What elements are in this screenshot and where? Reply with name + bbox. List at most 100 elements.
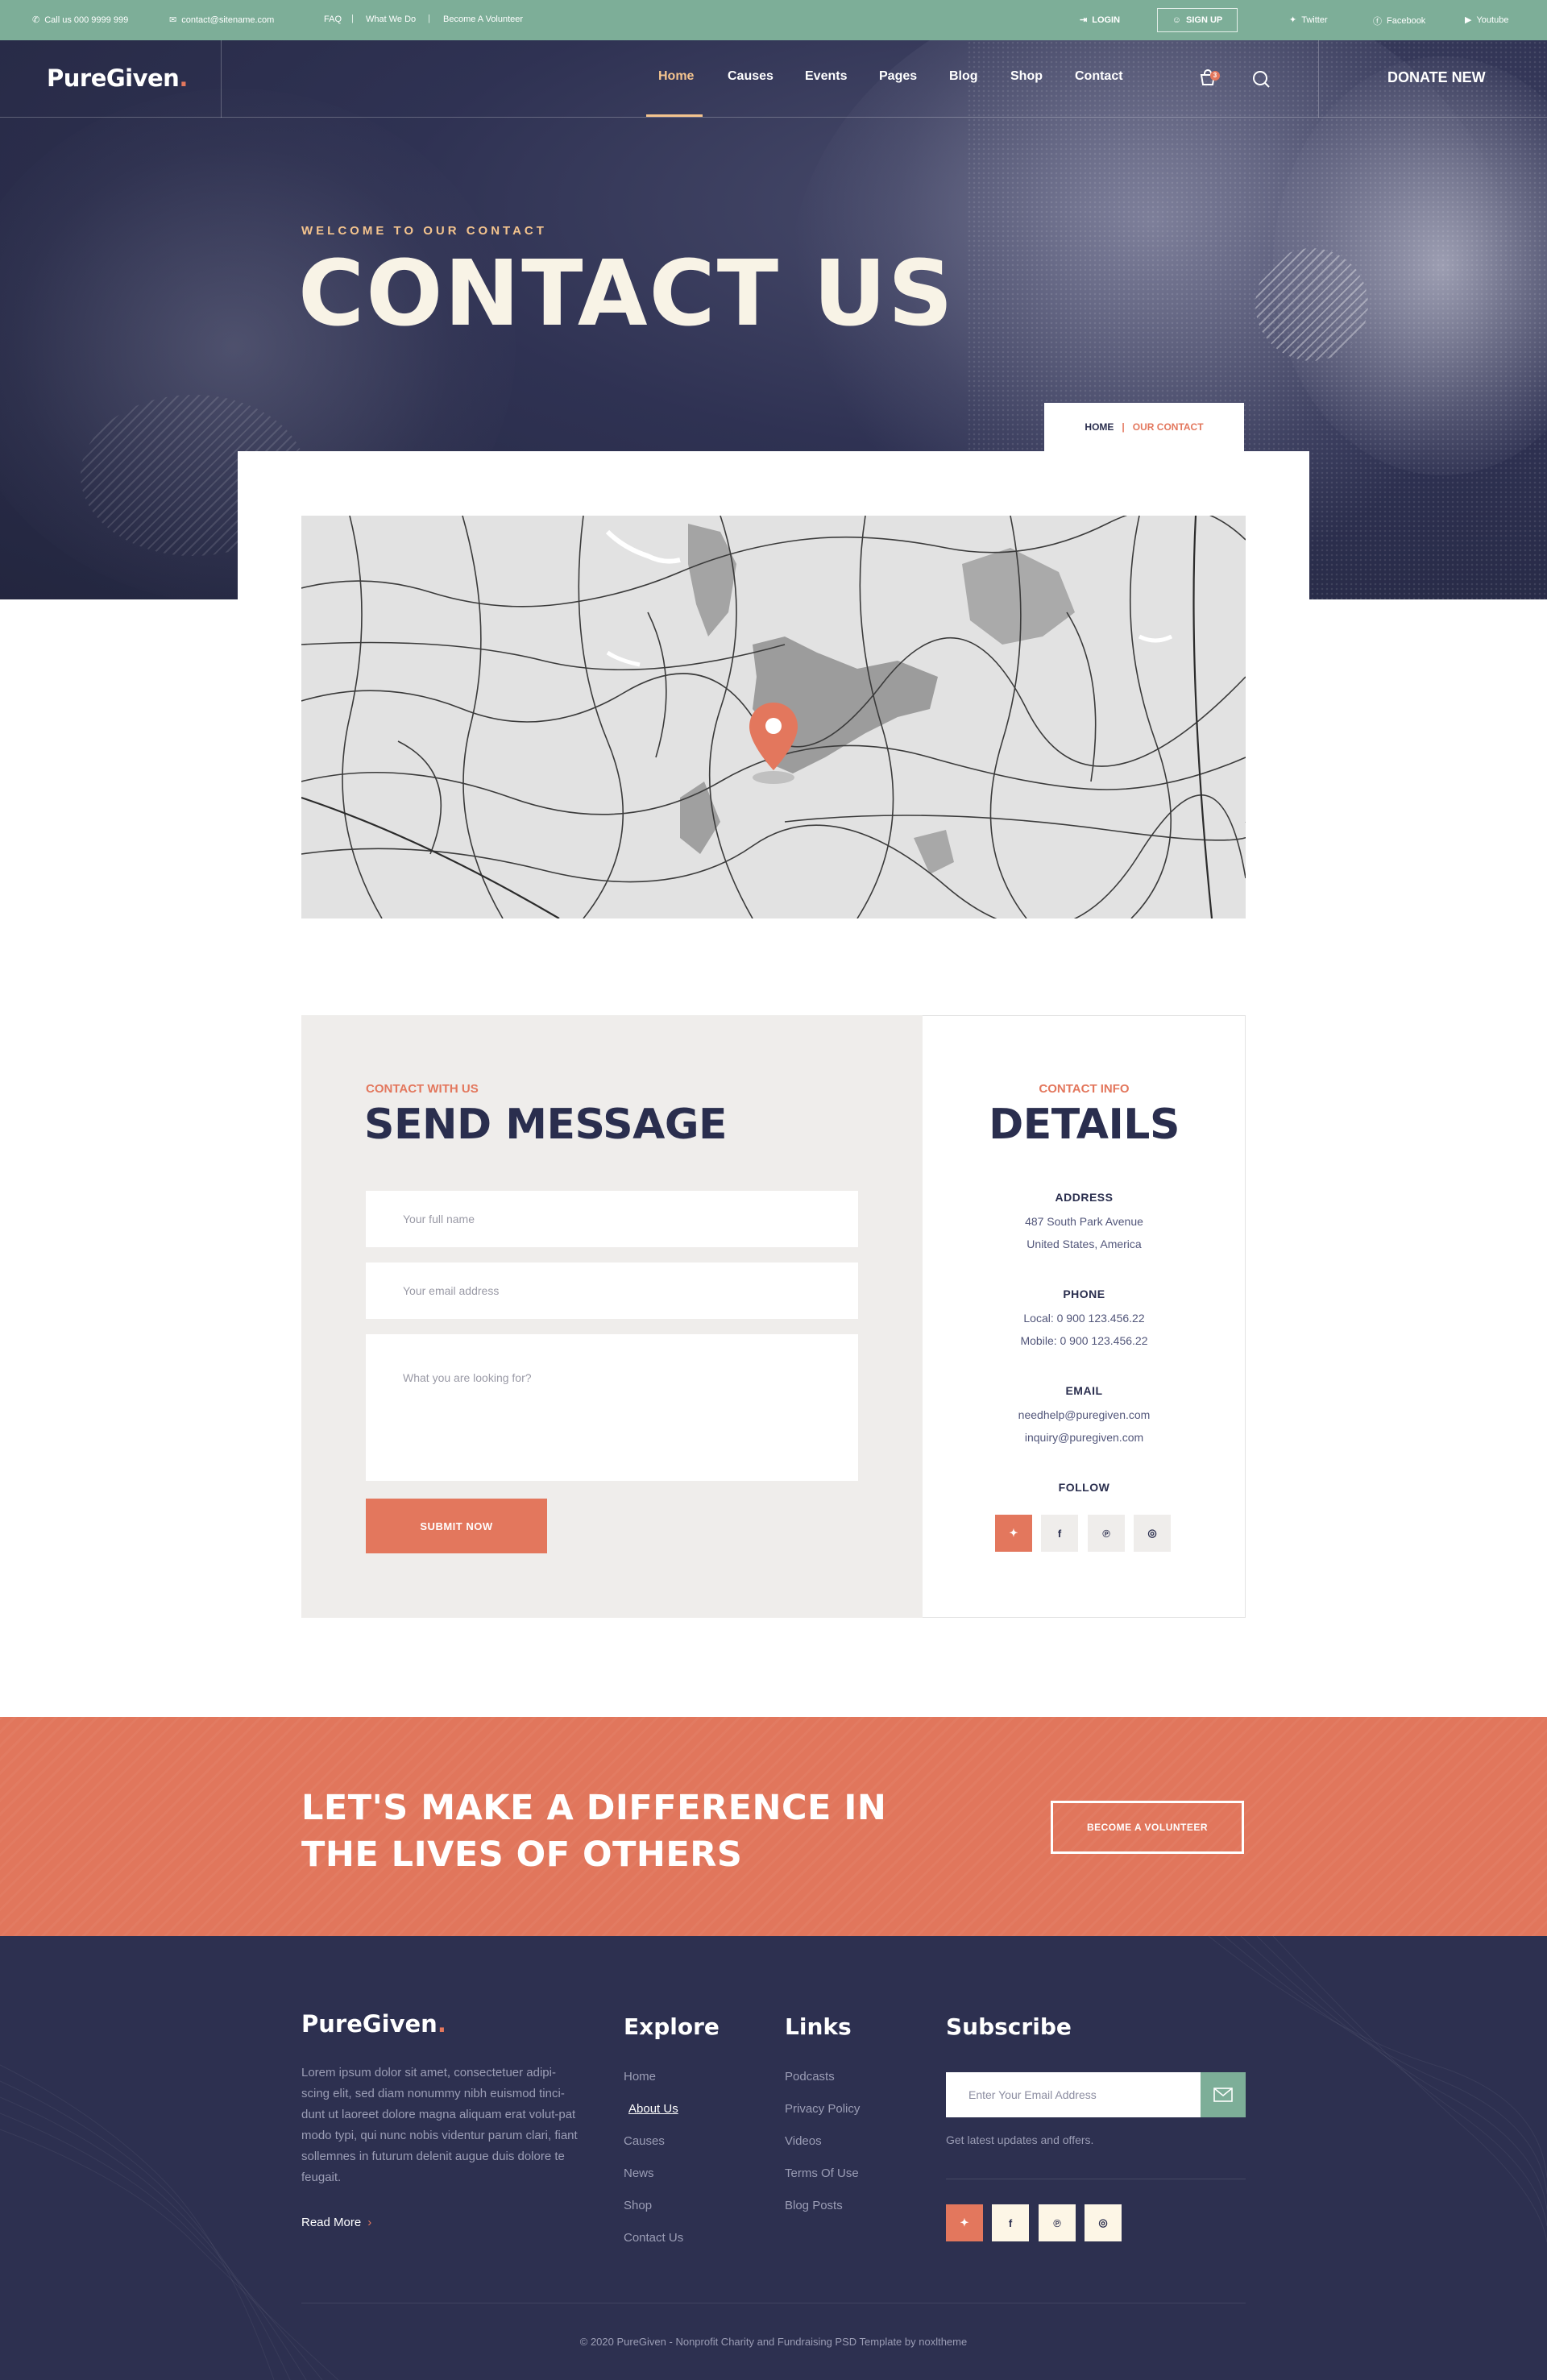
footer-link-about[interactable]: About Us [628,2102,678,2116]
envelope-icon: ✉ [169,15,177,25]
subscribe-button[interactable] [1201,2072,1246,2117]
hero-striped-circle [1255,248,1368,361]
name-field[interactable]: Your full name [366,1191,858,1247]
instagram-icon: ◎ [1147,1527,1157,1539]
become-volunteer-button[interactable]: BECOME A VOLUNTEER [1051,1801,1244,1854]
name-placeholder: Your full name [403,1213,475,1225]
cta-heading-line-2: THE LIVES OF OTHERS [301,1835,743,1875]
breadcrumb-home[interactable]: HOME [1085,421,1114,433]
search-button[interactable] [1251,69,1271,93]
signup-button[interactable]: ☺ SIGN UP [1157,8,1238,32]
phone-local[interactable]: Local: 0 900 123.456.22 [923,1312,1246,1325]
user-icon: ☺ [1172,15,1181,25]
nav-active-indicator [646,114,703,117]
links-heading: Links [785,2013,852,2040]
footer-link-shop[interactable]: Shop [624,2199,652,2212]
pinterest-button[interactable]: ℗ [1088,1515,1125,1552]
topbar-link-volunteer[interactable]: Become A Volunteer [443,15,523,24]
subscribe-heading: Subscribe [946,2013,1072,2040]
footer-link-contact[interactable]: Contact Us [624,2231,683,2245]
footer-logo[interactable]: PureGiven. [301,2010,446,2038]
contact-details: CONTACT INFO DETAILS ADDRESS 487 South P… [923,1015,1246,1618]
topbar-link-faq[interactable]: FAQ [324,15,342,24]
submit-button[interactable]: SUBMIT NOW [366,1499,547,1553]
email-help[interactable]: needhelp@puregiven.com [923,1408,1246,1421]
copyright-text: © 2020 PureGiven - Nonprofit Charity and… [579,2336,968,2348]
instagram-button[interactable]: ◎ [1134,1515,1171,1552]
twitter-label: Twitter [1301,15,1328,25]
phone-mobile[interactable]: Mobile: 0 900 123.456.22 [923,1334,1246,1347]
topbar-phone[interactable]: ✆ Call us 000 9999 999 [32,15,128,26]
subscribe-email-input[interactable]: Enter Your Email Address [946,2072,1201,2117]
hero-subtitle: WELCOME TO OUR CONTACT [301,224,547,238]
footer-facebook-button[interactable]: f [992,2204,1029,2241]
map-pin-icon[interactable] [749,703,798,770]
footer-logo-dot: . [437,2010,446,2038]
topbar-twitter-link[interactable]: ✦ Twitter [1289,15,1328,26]
footer-link-news[interactable]: News [624,2166,654,2180]
form-title: SEND MESSAGE [364,1101,728,1149]
email-inquiry[interactable]: inquiry@puregiven.com [923,1431,1246,1444]
cta-heading-line-1: LET'S MAKE A DIFFERENCE IN [301,1788,887,1828]
footer-link-privacy[interactable]: Privacy Policy [785,2102,860,2116]
logo-text: PureGiven [47,64,180,92]
footer-link-terms[interactable]: Terms Of Use [785,2166,859,2180]
location-map[interactable] [301,516,1246,918]
nav-item-home[interactable]: Home [658,69,694,84]
search-icon [1253,71,1270,88]
footer-logo-text: PureGiven [301,2010,438,2038]
logo-dot: . [179,64,188,92]
topbar-facebook-link[interactable]: ⓕ Facebook [1373,15,1425,27]
instagram-icon: ◎ [1098,2216,1108,2229]
site-logo[interactable]: PureGiven. [47,64,188,92]
twitter-icon: ✦ [1289,15,1297,25]
youtube-icon: ▶ [1465,15,1472,25]
form-eyebrow: CONTACT WITH US [366,1082,479,1096]
login-icon: ⇥ [1080,15,1088,25]
message-field[interactable]: What you are looking for? [366,1334,858,1481]
footer: PureGiven. Lorem ipsum dolor sit amet, c… [0,1936,1547,2380]
read-more-link[interactable]: Read More › [301,2216,371,2229]
footer-instagram-button[interactable]: ◎ [1085,2204,1122,2241]
explore-heading: Explore [624,2013,720,2040]
footer-pinterest-button[interactable]: ℗ [1039,2204,1076,2241]
email-field[interactable]: Your email address [366,1263,858,1319]
breadcrumb: HOME | OUR CONTACT [1044,403,1244,451]
youtube-label: Youtube [1476,15,1509,25]
twitter-button[interactable]: ✦ [995,1515,1032,1552]
twitter-icon: ✦ [1009,1527,1018,1539]
footer-link-blog-posts[interactable]: Blog Posts [785,2199,843,2212]
nav-item-causes[interactable]: Causes [728,69,774,84]
footer-link-podcasts[interactable]: Podcasts [785,2070,835,2084]
twitter-icon: ✦ [960,2216,969,2229]
nav-item-contact[interactable]: Contact [1075,69,1123,84]
volunteer-cta: LET'S MAKE A DIFFERENCE IN THE LIVES OF … [0,1717,1547,1936]
breadcrumb-current: OUR CONTACT [1132,421,1204,433]
read-more-label: Read More [301,2216,362,2229]
topbar-youtube-link[interactable]: ▶ Youtube [1465,15,1509,26]
topbar-email[interactable]: ✉ contact@sitename.com [169,15,274,26]
facebook-button[interactable]: f [1041,1515,1078,1552]
nav-item-pages[interactable]: Pages [879,69,917,84]
donate-button[interactable]: DONATE NEW [1387,69,1486,86]
facebook-label: Facebook [1387,16,1426,26]
facebook-icon: ⓕ [1373,17,1382,27]
footer-link-videos[interactable]: Videos [785,2134,822,2148]
nav-item-shop[interactable]: Shop [1010,69,1043,84]
footer-link-home[interactable]: Home [624,2070,656,2084]
topbar-divider: | [428,14,430,23]
details-title: DETAILS [989,1101,1180,1149]
footer-twitter-button[interactable]: ✦ [946,2204,983,2241]
cta-heading: LET'S MAKE A DIFFERENCE IN THE LIVES OF … [301,1785,886,1878]
envelope-icon [1213,2088,1233,2102]
nav-item-events[interactable]: Events [805,69,847,84]
chevron-right-icon: › [367,2216,372,2229]
email-placeholder: Your email address [403,1284,500,1297]
top-bar: ✆ Call us 000 9999 999 ✉ contact@sitenam… [0,0,1547,40]
nav-item-blog[interactable]: Blog [949,69,978,84]
login-link[interactable]: ⇥ LOGIN [1080,15,1120,26]
footer-link-causes[interactable]: Causes [624,2134,665,2148]
address-line-1: 487 South Park Avenue [1025,1215,1143,1228]
topbar-link-what-we-do[interactable]: What We Do [366,15,416,24]
nav-divider [1318,40,1319,118]
